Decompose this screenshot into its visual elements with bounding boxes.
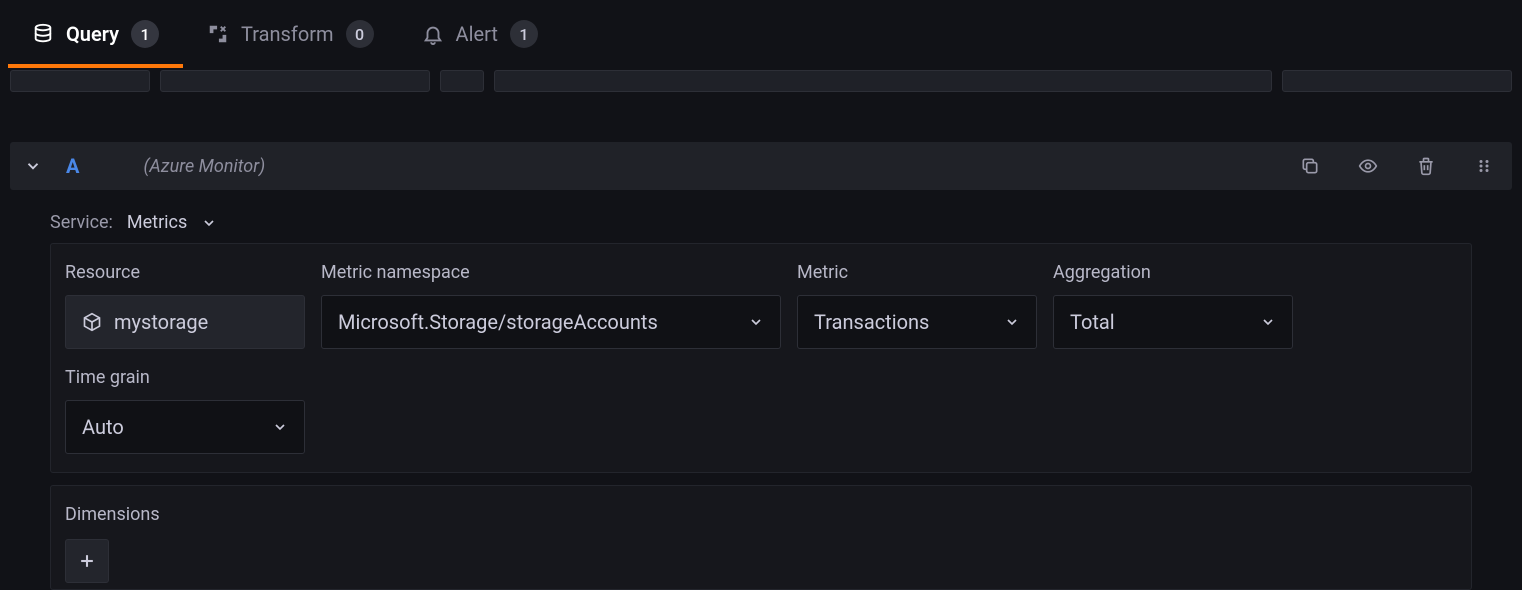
metric-select[interactable]: Transactions [797, 295, 1037, 349]
namespace-label: Metric namespace [321, 262, 781, 283]
service-row: Service: Metrics [0, 190, 1522, 243]
toolbar-strip [0, 70, 1522, 92]
strip-segment [440, 70, 484, 92]
resource-label: Resource [65, 262, 305, 283]
chevron-down-icon [728, 314, 764, 330]
timegrain-value: Auto [82, 415, 124, 439]
tab-alert[interactable]: Alert 1 [398, 0, 562, 68]
namespace-select[interactable]: Microsoft.Storage/storageAccounts [321, 295, 781, 349]
tab-badge: 1 [131, 20, 159, 48]
query-row-header: A (Azure Monitor) [10, 142, 1512, 190]
resource-value: mystorage [114, 310, 208, 334]
tab-label: Transform [241, 22, 334, 46]
plus-icon [77, 551, 97, 571]
chevron-down-icon [1240, 314, 1276, 330]
drag-handle-icon[interactable] [1470, 152, 1498, 180]
duplicate-button[interactable] [1296, 152, 1324, 180]
service-select[interactable]: Metrics [127, 212, 217, 233]
chevron-down-icon [984, 314, 1020, 330]
tab-badge: 1 [510, 20, 538, 48]
metric-value: Transactions [814, 310, 929, 334]
tab-transform[interactable]: Transform 0 [183, 0, 398, 68]
metric-label: Metric [797, 262, 1037, 283]
tab-label: Alert [456, 22, 498, 46]
editor-tabs: Query 1 Transform 0 Alert 1 [0, 0, 1522, 70]
database-icon [32, 23, 54, 45]
service-value: Metrics [127, 212, 187, 233]
timegrain-label: Time grain [65, 367, 305, 388]
aggregation-value: Total [1070, 310, 1115, 334]
service-label: Service: [50, 212, 113, 233]
dimensions-panel: Dimensions [50, 485, 1472, 590]
timegrain-select[interactable]: Auto [65, 400, 305, 454]
query-datasource-label: (Azure Monitor) [143, 156, 1266, 177]
toggle-visibility-button[interactable] [1354, 152, 1382, 180]
collapse-toggle[interactable] [24, 157, 42, 175]
bell-icon [422, 23, 444, 45]
tab-badge: 0 [346, 20, 374, 48]
delete-button[interactable] [1412, 152, 1440, 180]
add-dimension-button[interactable] [65, 539, 109, 583]
namespace-value: Microsoft.Storage/storageAccounts [338, 310, 658, 334]
strip-segment [494, 70, 1272, 92]
tab-label: Query [66, 22, 119, 46]
aggregation-select[interactable]: Total [1053, 295, 1293, 349]
strip-segment [10, 70, 150, 92]
aggregation-label: Aggregation [1053, 262, 1293, 283]
process-icon [207, 23, 229, 45]
metrics-config-panel: Resource mystorage Metric namespace Micr… [50, 243, 1472, 473]
resource-picker[interactable]: mystorage [65, 295, 305, 349]
query-ref-id[interactable]: A [60, 154, 85, 178]
chevron-down-icon [252, 419, 288, 435]
chevron-down-icon [201, 215, 217, 231]
strip-segment [160, 70, 430, 92]
dimensions-label: Dimensions [65, 504, 1457, 525]
tab-query[interactable]: Query 1 [8, 0, 183, 68]
cube-icon [82, 312, 102, 332]
strip-segment [1282, 70, 1512, 92]
